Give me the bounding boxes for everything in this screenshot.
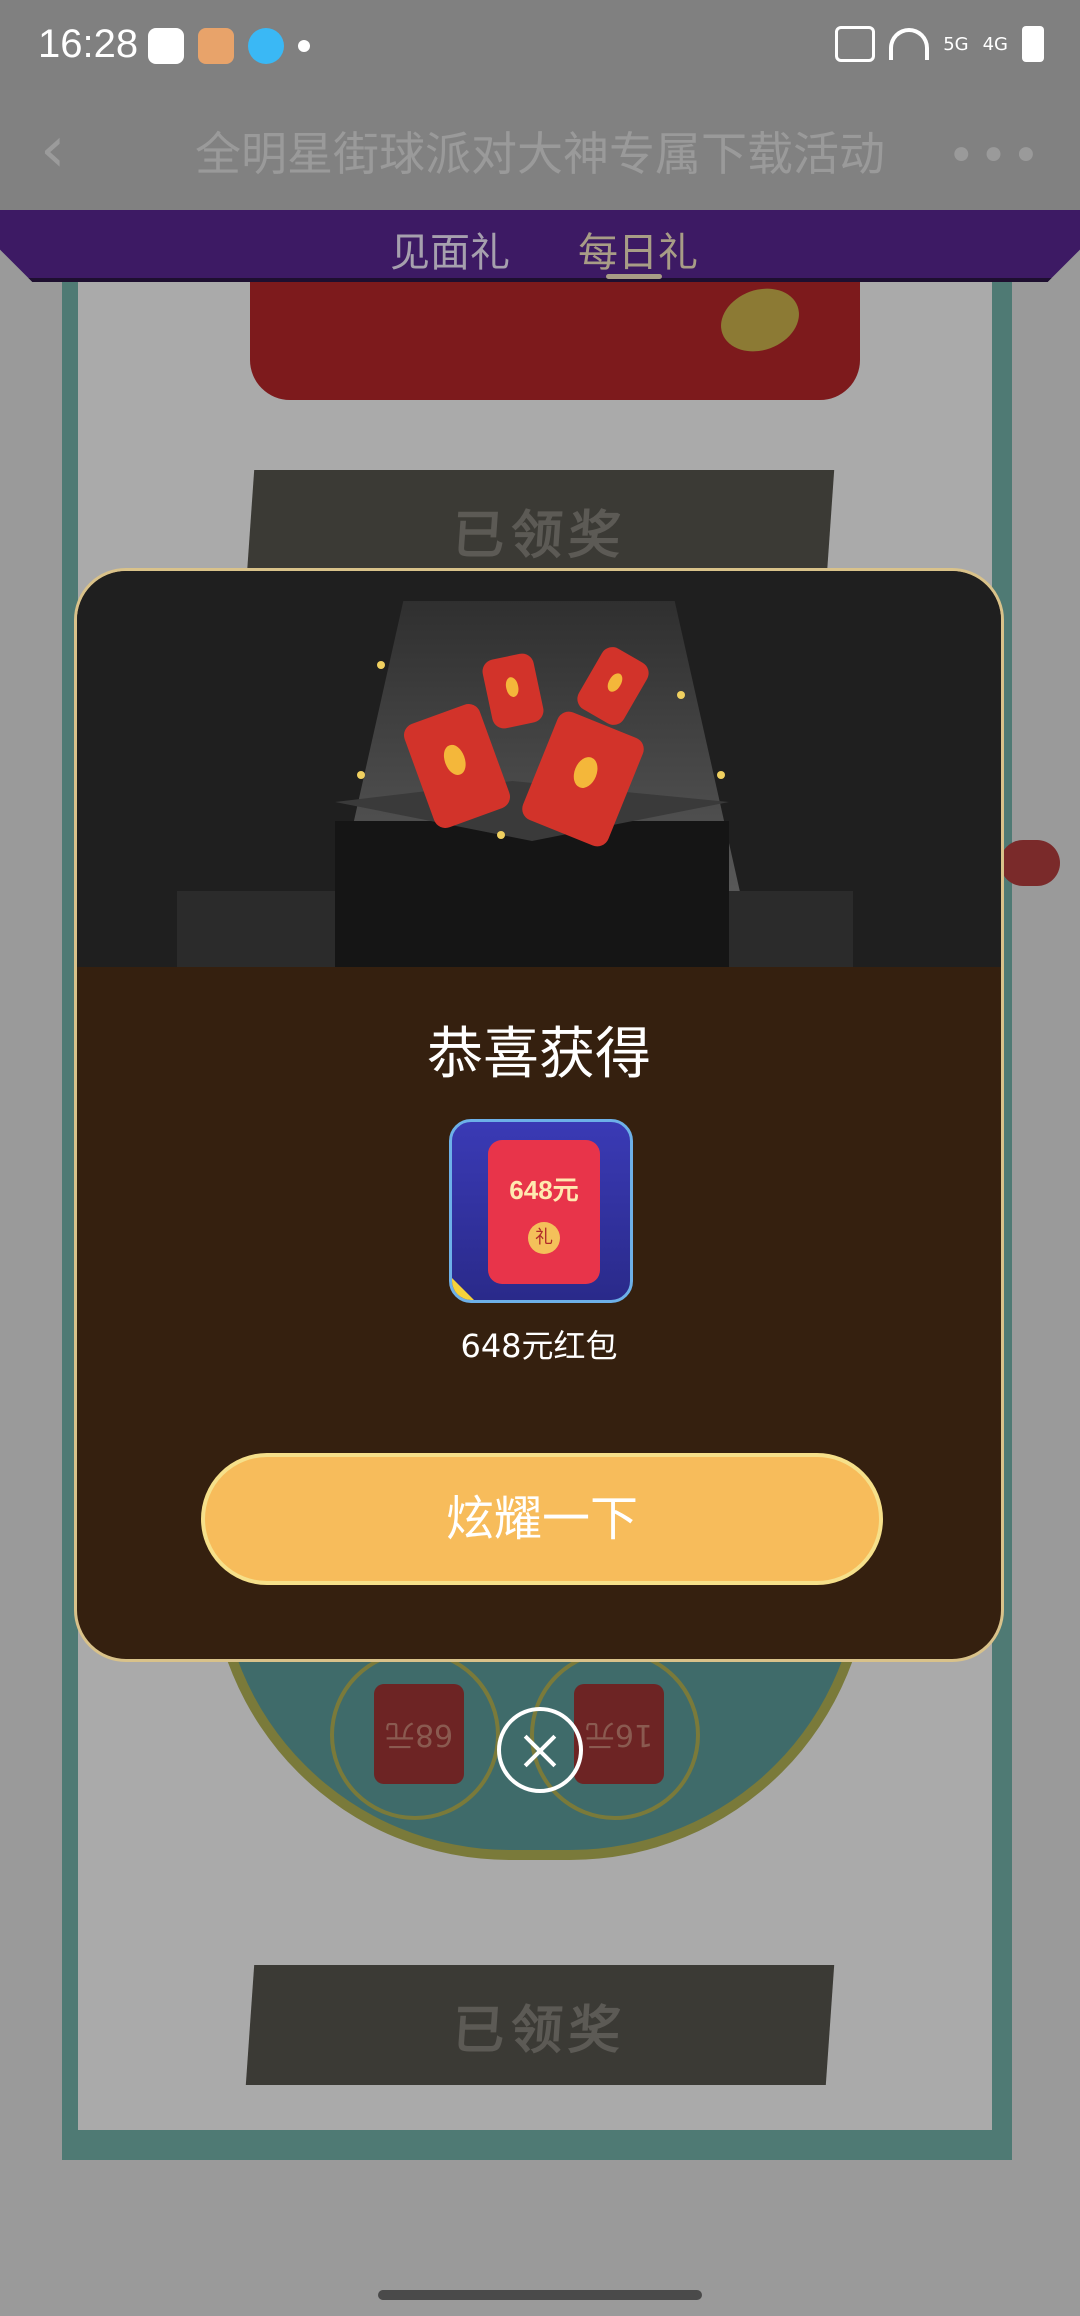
show-off-button[interactable]: 炫耀一下 <box>201 1453 883 1585</box>
page: 16:28 5G 4G ‹ 全明星街球派对大神专属下载活动 ••• 已领奖 68… <box>0 0 1080 2316</box>
status-time: 16:28 <box>38 22 139 66</box>
sparkle-icon <box>717 771 725 779</box>
corner-badge <box>452 1278 474 1300</box>
status-right-icons: 5G 4G <box>835 26 1044 62</box>
signal-4g-icon: 4G <box>982 33 1008 55</box>
gift-coin-icon: 礼 <box>528 1222 560 1254</box>
prize-name: 648元红包 <box>460 1327 618 1365</box>
signal-5g-icon: 5G <box>943 33 969 55</box>
wifi-6-icon <box>889 28 930 60</box>
sparkle-icon <box>357 771 365 779</box>
red-packet-icon: 648元 礼 <box>488 1140 600 1284</box>
status-left-icons <box>148 28 310 64</box>
tab-bar: 见面礼 每日礼 <box>0 210 1080 282</box>
qq-icon <box>248 28 284 64</box>
gift-box-side <box>177 891 337 967</box>
prize-thumbnail: 648元 礼 <box>449 1119 633 1303</box>
reward-modal: 恭喜获得 648元 礼 648元红包 炫耀一下 <box>74 568 1004 1662</box>
tab-active-indicator <box>606 274 662 279</box>
gallery-icon <box>148 28 184 64</box>
tab-daily-gift[interactable]: 每日礼 <box>578 220 698 278</box>
tab-welcome-gift[interactable]: 见面礼 <box>390 220 510 278</box>
wheel-slot-label: 16元 <box>574 1684 664 1784</box>
claimed-stamp: 已领奖 <box>245 1965 835 2085</box>
sms-icon <box>835 26 876 62</box>
sparkle-icon <box>497 831 505 839</box>
wheel-slot: 68元 <box>330 1650 500 1820</box>
modal-hero-illustration <box>77 571 1001 967</box>
app-notification-icon <box>198 28 234 64</box>
dot-icon <box>298 40 310 52</box>
sparkle-icon <box>677 691 685 699</box>
gift-box <box>335 821 729 967</box>
sparkle-icon <box>377 661 385 669</box>
wheel-slot-label: 68元 <box>374 1684 464 1784</box>
navbar: ‹ 全明星街球派对大神专属下载活动 ••• <box>0 90 1080 210</box>
chevron-left-icon[interactable]: ‹ <box>40 118 88 182</box>
more-dots-icon[interactable]: ••• <box>947 128 1044 184</box>
battery-icon <box>1022 26 1044 62</box>
prize-amount-label: 648元 <box>509 1175 579 1205</box>
status-bar: 16:28 5G 4G <box>0 0 1080 90</box>
modal-title: 恭喜获得 <box>427 1022 651 1087</box>
home-indicator[interactable] <box>378 2290 702 2300</box>
page-title: 全明星街球派对大神专属下载活动 <box>195 127 885 181</box>
side-badge <box>1000 840 1060 886</box>
close-circle-icon[interactable] <box>497 1707 583 1793</box>
